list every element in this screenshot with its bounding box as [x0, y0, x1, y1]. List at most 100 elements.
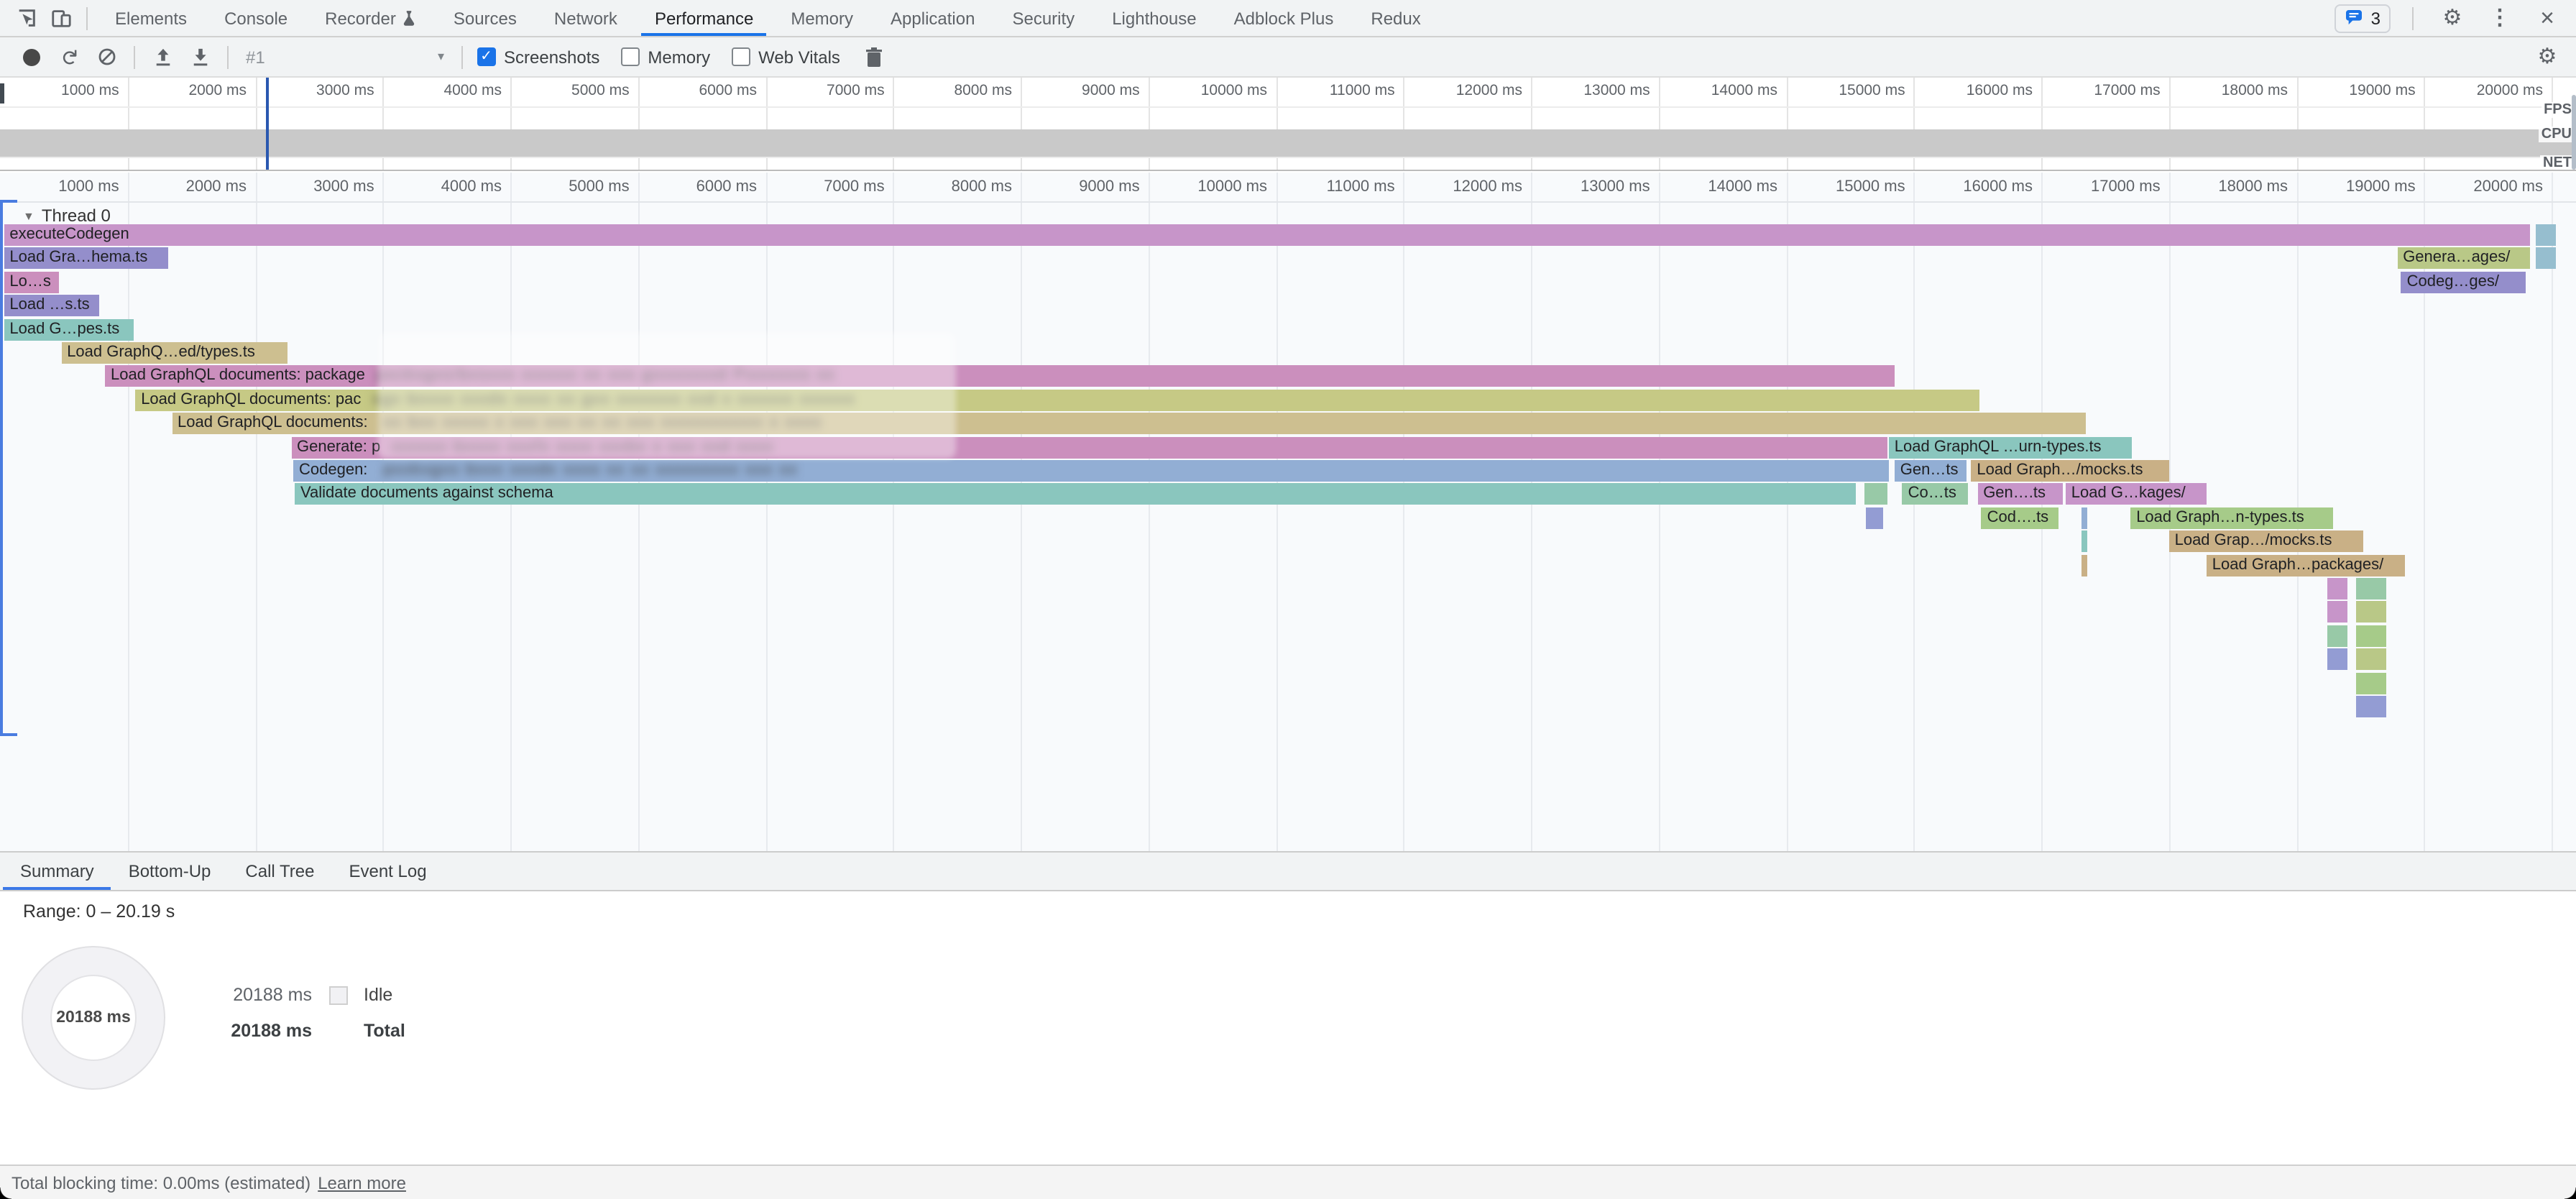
- flame-bar[interactable]: Load GraphQL …urn-types.ts: [1889, 436, 2133, 458]
- flame-bar[interactable]: [2327, 648, 2347, 670]
- issues-counter-button[interactable]: 3: [2335, 4, 2391, 32]
- overview-cursor-line[interactable]: [266, 78, 269, 170]
- learn-more-link[interactable]: Learn more: [318, 1172, 406, 1193]
- flame-chart-pane[interactable]: 1000 ms2000 ms3000 ms4000 ms5000 ms6000 …: [0, 173, 2576, 851]
- tab-network[interactable]: Network: [535, 0, 636, 36]
- flame-bar[interactable]: Load GraphQL documents: pacxgx bxxxx xxx…: [135, 390, 1980, 411]
- flame-bar[interactable]: Generate: pxxxxxx bxxxx xxxfx xxxx xxxbx…: [291, 436, 1887, 458]
- trash-icon[interactable]: [856, 40, 893, 74]
- summary-legend: 20188 msIdle20188 msTotal: [223, 985, 405, 1057]
- flame-bar[interactable]: [1864, 484, 1888, 505]
- tab-recorder[interactable]: Recorder: [306, 0, 435, 36]
- tab-adblock-plus[interactable]: Adblock Plus: [1215, 0, 1353, 36]
- devtools-window: ElementsConsoleRecorderSourcesNetworkPer…: [0, 0, 2576, 1199]
- flame-bar[interactable]: Load GraphQ…ed/types.ts: [61, 342, 287, 364]
- flame-bar[interactable]: [1866, 507, 1884, 529]
- flame-bar[interactable]: Load …s.ts: [4, 295, 99, 316]
- vertical-scrollbar-thumb[interactable]: [2572, 95, 2576, 170]
- flame-bar[interactable]: Load Graph…packages/: [2207, 554, 2405, 576]
- tab-memory[interactable]: Memory: [772, 0, 872, 36]
- details-tab-summary[interactable]: Summary: [3, 853, 111, 890]
- capture-settings-gear-icon[interactable]: ⚙: [2530, 40, 2564, 74]
- tab-console[interactable]: Console: [206, 0, 306, 36]
- flame-bar[interactable]: [2356, 672, 2386, 694]
- close-devtools-icon[interactable]: ×: [2530, 1, 2564, 35]
- flame-bar[interactable]: executeCodegen: [4, 224, 2530, 246]
- checkbox-screenshots[interactable]: ✓Screenshots: [477, 47, 599, 67]
- fps-track-label: FPS: [2541, 102, 2575, 118]
- flame-bar[interactable]: [2356, 602, 2386, 623]
- flame-bar[interactable]: [2356, 578, 2386, 600]
- flame-bar[interactable]: [2356, 648, 2386, 670]
- flame-bar[interactable]: Load G…kages/: [2066, 484, 2207, 505]
- divider: [2412, 6, 2414, 29]
- flame-bar[interactable]: [2082, 554, 2087, 576]
- flame-bar-label: Load Grap…/mocks.ts: [2169, 532, 2332, 549]
- settings-gear-icon[interactable]: ⚙: [2435, 1, 2470, 35]
- checkbox-web-vitals[interactable]: Web Vitals: [732, 47, 840, 67]
- tab-redux[interactable]: Redux: [1352, 0, 1439, 36]
- device-toolbar-icon[interactable]: [43, 1, 78, 35]
- flame-bar[interactable]: Load Gra…hema.ts: [4, 248, 168, 270]
- flame-bar[interactable]: [2356, 625, 2386, 647]
- tab-elements[interactable]: Elements: [96, 0, 206, 36]
- flame-bar[interactable]: [2356, 696, 2386, 717]
- flame-bar[interactable]: Load G…pes.ts: [4, 318, 134, 340]
- tab-application[interactable]: Application: [872, 0, 993, 36]
- flame-bar[interactable]: Validate documents against schema: [295, 484, 1857, 505]
- flame-bar[interactable]: Gen….ts: [1977, 484, 2064, 505]
- gridline: [1276, 173, 1277, 851]
- reload-and-record-button[interactable]: ↻: [52, 38, 86, 75]
- flame-bar[interactable]: Load Grap…/mocks.ts: [2169, 530, 2363, 552]
- details-tab-call-tree[interactable]: Call Tree: [228, 853, 331, 890]
- ruler-tick-label: 12000 ms: [1456, 82, 1528, 99]
- flame-bar[interactable]: [2327, 625, 2347, 647]
- ruler-tick-label: 9000 ms: [1079, 178, 1145, 196]
- tab-sources[interactable]: Sources: [435, 0, 535, 36]
- ruler-tick-label: 5000 ms: [571, 82, 635, 99]
- tab-security[interactable]: Security: [993, 0, 1093, 36]
- flame-bar[interactable]: [2536, 248, 2556, 270]
- flame-bar[interactable]: [2536, 224, 2556, 246]
- history-dropdown[interactable]: #1 ▾: [237, 42, 453, 71]
- record-button[interactable]: [13, 40, 50, 74]
- checkbox-unchecked-icon[interactable]: [732, 48, 750, 66]
- flame-bar[interactable]: Codegen: pxxkxgxs bxxx xxxdx xxxs xx xx …: [293, 460, 1888, 482]
- flame-bar[interactable]: Codeg…ges/: [2401, 272, 2526, 293]
- details-tab-event-log[interactable]: Event Log: [331, 853, 443, 890]
- tab-lighthouse[interactable]: Lighthouse: [1093, 0, 1215, 36]
- details-tab-bottom-up[interactable]: Bottom-Up: [111, 853, 229, 890]
- flame-bar[interactable]: Cod….ts: [1982, 507, 2058, 529]
- checkbox-memory[interactable]: Memory: [621, 47, 710, 67]
- flame-bar[interactable]: Load Graph…/mocks.ts: [1971, 460, 2168, 482]
- flame-bar[interactable]: Load GraphQL documents: xx bxx xxxxx x x…: [172, 413, 2086, 434]
- tab-performance[interactable]: Performance: [636, 0, 772, 36]
- thread-header[interactable]: ▼ Thread 0: [23, 206, 111, 226]
- inspect-element-icon[interactable]: [9, 1, 43, 35]
- flame-bar[interactable]: Lo…s: [4, 272, 59, 293]
- clear-recording-button[interactable]: [88, 40, 125, 74]
- ruler-tick-label: 16000 ms: [1963, 178, 2038, 196]
- timeline-overview[interactable]: 1000 ms2000 ms3000 ms4000 ms5000 ms6000 …: [0, 78, 2576, 171]
- flame-bar-label: Generate: p: [291, 438, 380, 455]
- gridline: [638, 173, 640, 851]
- thread-label: Thread 0: [42, 206, 111, 226]
- save-profile-button[interactable]: [181, 40, 218, 74]
- checkbox-checked-icon[interactable]: ✓: [477, 48, 495, 66]
- flame-bar[interactable]: [2327, 578, 2347, 600]
- flame-bar[interactable]: [2327, 602, 2347, 623]
- idle-color-swatch: [328, 986, 347, 1004]
- flame-ruler-separator: [0, 201, 2576, 203]
- flame-bar[interactable]: Gen…ts: [1895, 460, 1967, 482]
- kebab-menu-icon[interactable]: ⋮: [2483, 1, 2517, 35]
- gridline: [765, 173, 767, 851]
- flame-bar[interactable]: [2082, 530, 2087, 552]
- load-profile-button[interactable]: [144, 40, 181, 74]
- flame-bar[interactable]: Genera…ages/: [2397, 248, 2530, 270]
- flame-bar[interactable]: [2082, 507, 2087, 529]
- flame-bar[interactable]: Co…ts: [1903, 484, 1968, 505]
- flame-bar[interactable]: Load GraphQL documents: packagepxckxgxs/…: [105, 366, 1895, 387]
- flame-bar[interactable]: Load Graph…n-types.ts: [2130, 507, 2332, 529]
- checkbox-unchecked-icon[interactable]: [621, 48, 639, 66]
- ruler-tick-label: 14000 ms: [1708, 178, 1783, 196]
